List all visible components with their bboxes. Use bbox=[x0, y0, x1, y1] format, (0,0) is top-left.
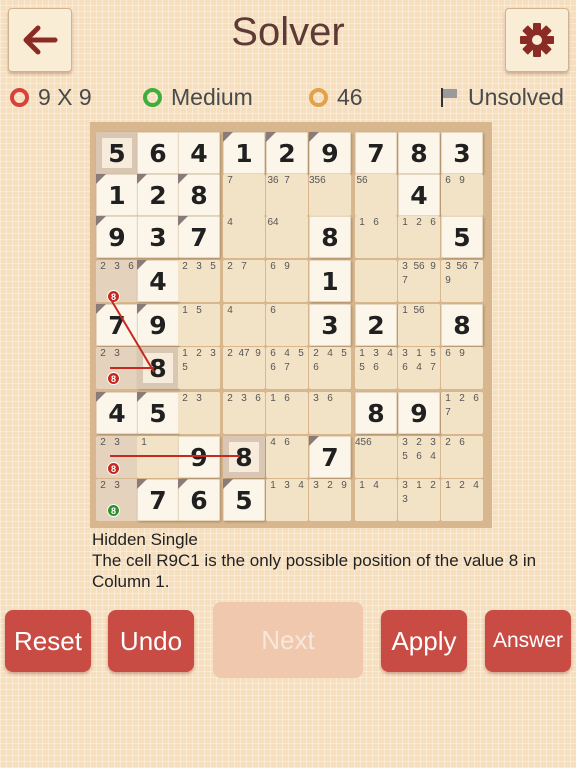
given-count-indicator: 46 bbox=[309, 84, 363, 110]
given-count-label: 46 bbox=[337, 83, 363, 110]
next-button[interactable]: Next bbox=[213, 602, 363, 678]
difficulty-label: Medium bbox=[171, 83, 253, 110]
count-ring-icon bbox=[309, 87, 328, 107]
hint-text: The cell R9C1 is the only possible posit… bbox=[92, 551, 537, 591]
sudoku-grid: 5 6 4 1 2 9 7 8 3 1 2 8 7 36 7 356 56 4 6 9 9 3 7 4 64 8 1 6 1 2 6 5 2 3 6… bbox=[90, 122, 492, 528]
page-title: Solver bbox=[231, 10, 345, 54]
hint-panel: Hidden Single The cell R9C1 is the only … bbox=[92, 529, 552, 592]
apply-button[interactable]: Apply bbox=[381, 610, 467, 672]
undo-button[interactable]: Undo bbox=[108, 610, 194, 672]
difficulty-indicator: Medium bbox=[143, 84, 253, 110]
gear-icon bbox=[520, 23, 554, 57]
settings-button[interactable] bbox=[505, 8, 569, 72]
solve-state-indicator: Unsolved bbox=[438, 84, 564, 110]
size-ring-icon bbox=[10, 87, 29, 107]
hint-link-lines bbox=[109, 297, 240, 457]
hint-title: Hidden Single bbox=[92, 530, 198, 549]
reset-button[interactable]: Reset bbox=[5, 610, 91, 672]
grid-size-indicator: 9 X 9 bbox=[10, 84, 92, 110]
hint-link-line bbox=[109, 297, 155, 373]
flag-icon bbox=[441, 88, 457, 107]
difficulty-ring-icon bbox=[143, 87, 162, 107]
grid-size-label: 9 X 9 bbox=[38, 83, 92, 110]
answer-button[interactable]: Answer bbox=[485, 610, 571, 672]
solve-state-label: Unsolved bbox=[468, 83, 564, 110]
